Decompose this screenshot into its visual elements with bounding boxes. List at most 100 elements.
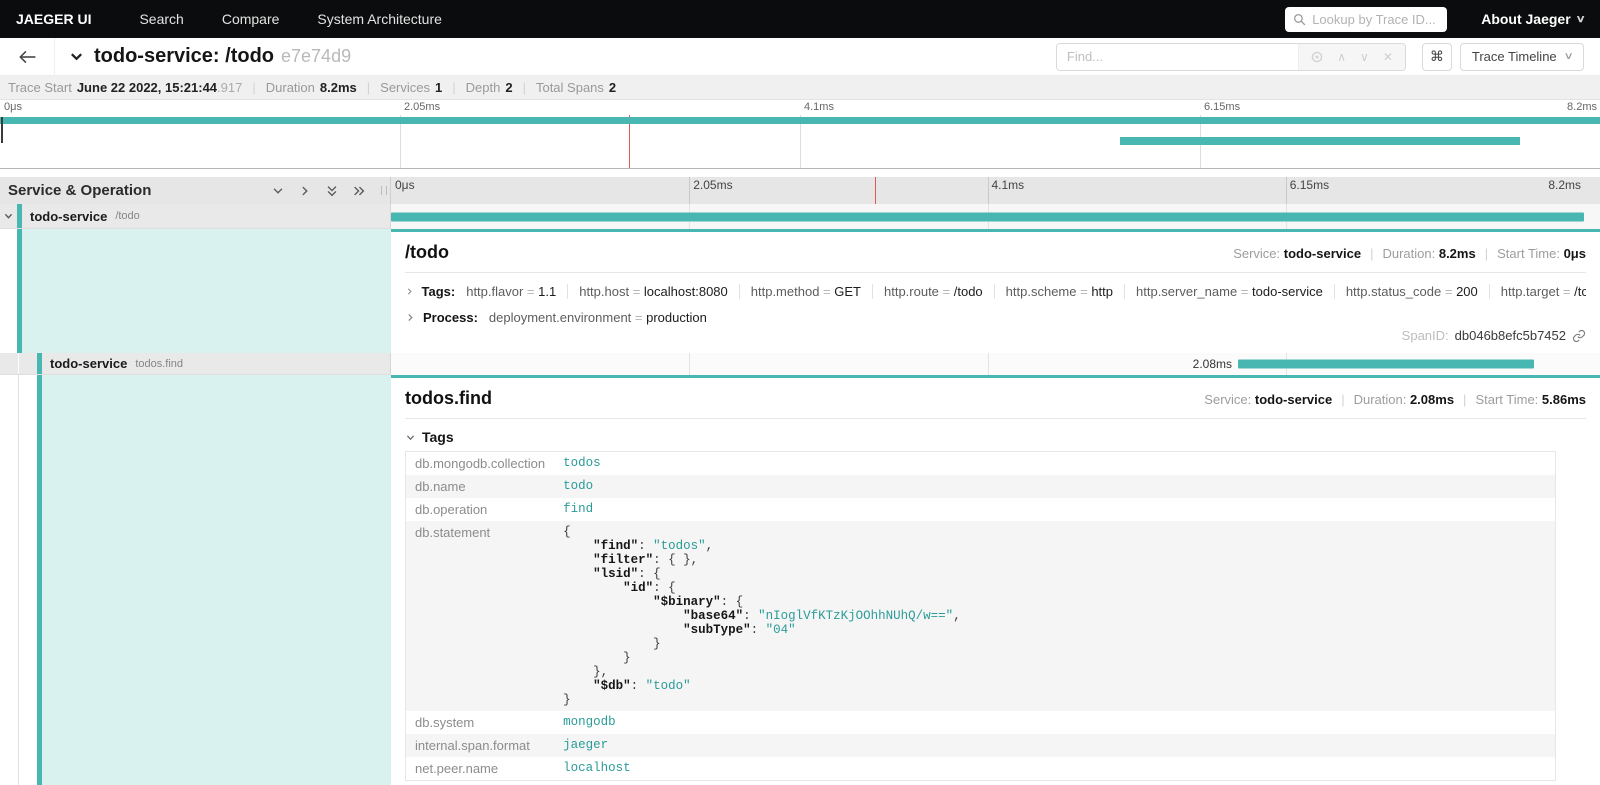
nav-item-compare[interactable]: Compare xyxy=(222,11,280,27)
about-jaeger-menu[interactable]: About Jaeger ∨ xyxy=(1481,11,1584,27)
trace-view-label: Trace Timeline xyxy=(1472,49,1557,64)
summary-item: Trace Start June 22 2022, 15:21:44.917 xyxy=(8,80,242,95)
tag-row-value: todos xyxy=(554,452,1555,476)
nav-item-system-architecture[interactable]: System Architecture xyxy=(317,11,442,27)
spacer xyxy=(0,169,1600,177)
next-match-icon[interactable]: ∨ xyxy=(1360,51,1369,63)
trace-header: todo-service: /todoe7e74d9 ∧ ∨ ✕ ⌘ Trace… xyxy=(0,38,1600,76)
process-inline-row[interactable]: Process: deployment.environment = produc… xyxy=(405,310,1586,325)
focus-dot-icon[interactable] xyxy=(1311,51,1323,63)
summary-value-fraction: .917 xyxy=(217,80,242,95)
grid-line xyxy=(1286,177,1287,204)
expand-one-icon[interactable] xyxy=(298,184,312,198)
tag-row-db.mongodb.collection[interactable]: db.mongodb.collectiontodos xyxy=(406,452,1556,476)
tag-row-value: { "find": "todos", "filter": { }, "lsid"… xyxy=(554,521,1555,711)
tag-row-db.system[interactable]: db.systemmongodb xyxy=(406,711,1556,734)
tag-row-key: internal.span.format xyxy=(406,734,555,757)
summary-item: Duration8.2ms xyxy=(266,80,357,95)
collapse-one-icon[interactable] xyxy=(271,184,285,198)
summary-label: Services xyxy=(380,80,430,95)
chevron-right-icon xyxy=(405,286,415,297)
minimap-tick-label: 6.15ms xyxy=(1204,101,1240,113)
summary-item: Services1 xyxy=(380,80,442,95)
ruler-tick-label: 8.2ms xyxy=(1548,178,1581,192)
app-logo[interactable]: JAEGER UI xyxy=(16,11,91,27)
grid-line xyxy=(689,353,690,375)
span-operation-name: /todo xyxy=(115,210,139,222)
separator: | xyxy=(1485,246,1488,261)
tag-key: http.host xyxy=(579,284,629,299)
span-color-strip xyxy=(17,204,22,228)
separator: | xyxy=(452,80,455,95)
minimap-tick-label: 0μs xyxy=(4,101,22,113)
tag-value: 200 xyxy=(1456,284,1478,299)
chevron-down-icon: ∨ xyxy=(1575,14,1585,25)
summary-label: Total Spans xyxy=(536,80,604,95)
equals-sign: = xyxy=(629,284,644,299)
db-statement-json: { "find": "todos", "filter": { }, "lsid"… xyxy=(563,525,1546,707)
clear-find-icon[interactable]: ✕ xyxy=(1383,51,1393,63)
collapse-children-chevron[interactable] xyxy=(3,211,14,222)
tag-key: deployment.environment xyxy=(489,310,631,325)
summary-value: 2 xyxy=(609,80,616,95)
back-button[interactable] xyxy=(0,38,55,75)
tag-pill: http.host = localhost:8080 xyxy=(567,284,739,299)
ruler-tick-label: 2.05ms xyxy=(693,178,732,192)
tag-value: 1.1 xyxy=(538,284,556,299)
copy-link-icon[interactable] xyxy=(1572,329,1586,343)
prev-match-icon[interactable]: ∧ xyxy=(1337,51,1346,63)
span-row-todo[interactable]: todo-service /todo xyxy=(0,204,1600,229)
tag-pill: http.flavor = 1.1 xyxy=(459,284,567,299)
span-operation-name: todos.find xyxy=(135,358,183,370)
chevron-down-icon: ∨ xyxy=(1563,51,1573,62)
collapse-all-icon[interactable] xyxy=(325,184,339,198)
separator: | xyxy=(1341,392,1344,407)
summary-label: Trace Start xyxy=(8,80,72,95)
minimap-drag-handle[interactable] xyxy=(1,117,3,143)
tag-row-db.operation[interactable]: db.operationfind xyxy=(406,498,1556,521)
tags-inline-row[interactable]: Tags: http.flavor = 1.1http.host = local… xyxy=(405,284,1586,299)
tag-value: localhost:8080 xyxy=(644,284,728,299)
span-duration-bar[interactable] xyxy=(391,212,1584,221)
minimap-tick-labels: 0μs2.05ms4.1ms6.15ms8.2ms xyxy=(0,100,1600,115)
nav-item-search[interactable]: Search xyxy=(139,11,183,27)
span-row-todos-find[interactable]: todo-service todos.find 2.08ms xyxy=(0,353,1600,375)
tag-value: todo-service xyxy=(1252,284,1323,299)
keyboard-shortcuts-button[interactable]: ⌘ xyxy=(1422,43,1452,71)
chevron-down-icon xyxy=(405,432,416,443)
arrow-left-icon xyxy=(18,49,37,65)
timeline-minimap[interactable] xyxy=(0,115,1600,169)
tag-row-db.name[interactable]: db.nametodo xyxy=(406,475,1556,498)
tag-value: /todo xyxy=(1574,284,1586,299)
ruler-tick-label: 0μs xyxy=(395,178,415,192)
trace-lookup-input[interactable] xyxy=(1312,12,1439,27)
meta-label: Service: xyxy=(1204,392,1255,407)
span-grid-header: Service & Operation 0μs2.05ms4.1ms6.15ms… xyxy=(0,177,1600,204)
service-operation-header: Service & Operation xyxy=(8,182,151,199)
span-id-value: db046b8efc5b7452 xyxy=(1455,328,1566,343)
tags-section-header[interactable]: Tags xyxy=(405,429,1586,445)
column-resizer-handle[interactable] xyxy=(381,186,387,195)
minimap-span-bar xyxy=(1120,137,1520,145)
span-duration-bar[interactable] xyxy=(1238,360,1534,369)
meta-value: todo-service xyxy=(1255,392,1332,407)
grid-line xyxy=(689,177,690,204)
process-label: Process: xyxy=(423,310,478,325)
tag-row-net.peer.name[interactable]: net.peer.namelocalhost xyxy=(406,757,1556,781)
meta-label: Start Time: xyxy=(1497,246,1563,261)
find-input[interactable] xyxy=(1057,44,1298,70)
tag-row-internal.span.format[interactable]: internal.span.formatjaeger xyxy=(406,734,1556,757)
span-service-name: todo-service xyxy=(30,209,107,224)
tag-row-db.statement[interactable]: db.statement{ "find": "todos", "filter":… xyxy=(406,521,1556,711)
timeline-ruler: 0μs2.05ms4.1ms6.15ms8.2ms xyxy=(391,177,1584,204)
span-rows: todo-service /todo /todo Service: todo-s… xyxy=(0,204,1600,785)
separator: | xyxy=(1463,392,1466,407)
meta-value: 5.86ms xyxy=(1542,392,1586,407)
collapse-trace-chevron[interactable] xyxy=(69,49,84,64)
expand-all-icon[interactable] xyxy=(352,184,366,198)
tag-key: http.target xyxy=(1501,284,1560,299)
span-detail-meta: Service: todo-service|Duration: 8.2ms|St… xyxy=(1233,246,1586,261)
trace-view-selector[interactable]: Trace Timeline ∨ xyxy=(1460,43,1584,71)
meta-label: Duration: xyxy=(1354,392,1410,407)
summary-value: June 22 2022, 15:21:44 xyxy=(77,80,217,95)
